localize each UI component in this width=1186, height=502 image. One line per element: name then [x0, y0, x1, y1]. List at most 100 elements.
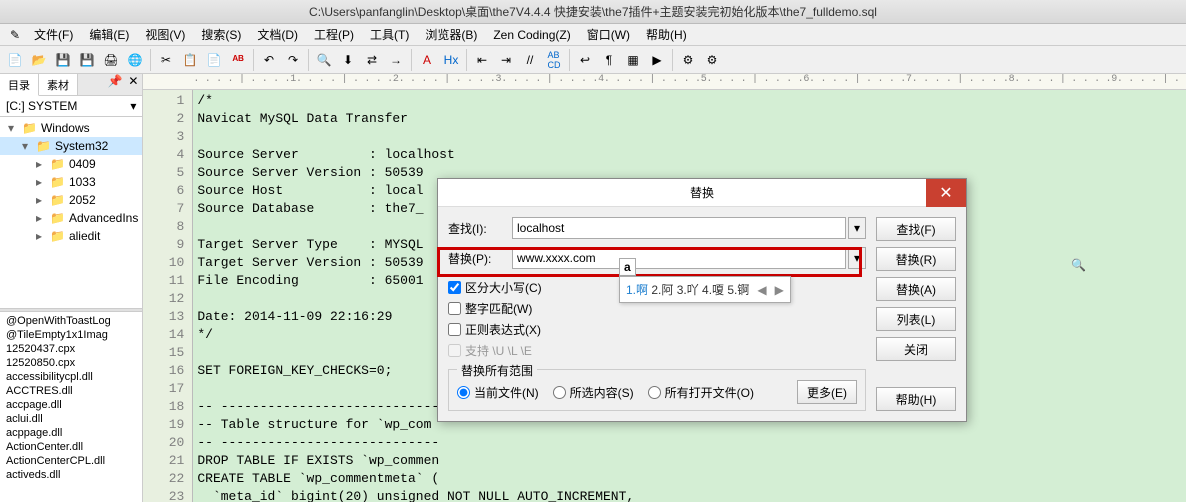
replace-history-dropdown[interactable]: ▾	[848, 247, 866, 269]
scope-current-radio[interactable]: 当前文件(N)	[457, 380, 539, 404]
browser-icon[interactable]: 🌐	[124, 49, 146, 71]
menu-文档[interactable]: 文档(D)	[249, 24, 306, 45]
menu-bar: ✎ 文件(F)编辑(E)视图(V)搜索(S)文档(D)工程(P)工具(T)浏览器…	[0, 24, 1186, 46]
find-icon[interactable]: 🔍	[313, 49, 335, 71]
comment-icon[interactable]: //	[519, 49, 541, 71]
find-next-icon[interactable]: ⬇	[337, 49, 359, 71]
copy-icon[interactable]: 📋	[179, 49, 201, 71]
para-icon[interactable]: ¶	[598, 49, 620, 71]
ime-composition: a	[619, 258, 636, 276]
dialog-title-bar[interactable]: 替换 ✕	[438, 179, 966, 207]
font-color-icon[interactable]: A	[416, 49, 438, 71]
menu-文件[interactable]: 文件(F)	[26, 24, 81, 45]
find-input[interactable]	[512, 217, 846, 239]
sidebar-tabs: 目录 素材 📌 ✕	[0, 74, 142, 96]
undo-icon[interactable]: ↶	[258, 49, 280, 71]
tree-item[interactable]: ▸📁aliedit	[0, 227, 142, 245]
find-button[interactable]: 查找(F)	[876, 217, 956, 241]
escape-checkbox: 支持 \U \L \E	[448, 340, 657, 361]
folder-tree[interactable]: ▾📁Windows▾📁System32▸📁0409▸📁1033▸📁2052▸📁A…	[0, 117, 142, 308]
close-icon[interactable]: ✕	[124, 74, 142, 95]
menu-帮助[interactable]: 帮助(H)	[638, 24, 695, 45]
new-file-icon[interactable]: 📄	[4, 49, 26, 71]
file-item[interactable]: ACCTRES.dll	[0, 384, 142, 398]
wrap-icon[interactable]: ↩	[574, 49, 596, 71]
close-button[interactable]: 关闭	[876, 337, 956, 361]
block-icon[interactable]: ABCD	[543, 49, 565, 71]
scope-allopen-radio[interactable]: 所有打开文件(O)	[648, 380, 754, 404]
tree-item[interactable]: ▸📁0409	[0, 155, 142, 173]
scope-title: 替换所有范围	[457, 362, 537, 379]
ime-candidate-bar[interactable]: 1.啊 2.阿 3.吖 4.嗄 5.锕 ◀ ▶	[619, 276, 791, 303]
window-title: C:\Users\panfanglin\Desktop\桌面\the7V4.4.…	[309, 3, 877, 20]
help-button[interactable]: 帮助(H)	[876, 387, 956, 411]
menu-搜索[interactable]: 搜索(S)	[193, 24, 249, 45]
ruler: . . . . | . . . .1. . . . | . . . .2. . …	[143, 74, 1186, 90]
file-item[interactable]: accessibilitycpl.dll	[0, 370, 142, 384]
file-item[interactable]: acppage.dll	[0, 426, 142, 440]
redo-icon[interactable]: ↷	[282, 49, 304, 71]
find-label: 查找(I):	[448, 220, 506, 237]
file-list[interactable]: @OpenWithToastLog@TileEmpty1x1Imag125204…	[0, 312, 142, 502]
tree-item[interactable]: ▾📁Windows	[0, 119, 142, 137]
sidebar: 目录 素材 📌 ✕ [C:] SYSTEM ▾ ▾📁Windows▾📁Syste…	[0, 74, 143, 502]
dialog-close-button[interactable]: ✕	[926, 179, 966, 207]
file-item[interactable]: @TileEmpty1x1Imag	[0, 328, 142, 342]
file-item[interactable]: 12520437.cpx	[0, 342, 142, 356]
tree-item[interactable]: ▾📁System32	[0, 137, 142, 155]
replace-label: 替换(P):	[448, 250, 506, 267]
replace-icon[interactable]: ⇄	[361, 49, 383, 71]
run-icon[interactable]: ▶	[646, 49, 668, 71]
ime-next-icon[interactable]: ▶	[775, 283, 784, 297]
menu-工具[interactable]: 工具(T)	[362, 24, 417, 45]
path-bar[interactable]: [C:] SYSTEM ▾	[0, 96, 142, 117]
search-icon[interactable]: 🔍	[1071, 258, 1086, 272]
file-item[interactable]: 12520850.cpx	[0, 356, 142, 370]
file-item[interactable]: aclui.dll	[0, 412, 142, 426]
menu-视图[interactable]: 视图(V)	[137, 24, 193, 45]
line-gutter: 1234567891011121314151617181920212223242…	[143, 90, 193, 502]
menu-工程[interactable]: 工程(P)	[306, 24, 362, 45]
file-item[interactable]: ActionCenter.dll	[0, 440, 142, 454]
pin-icon[interactable]: 📌	[106, 74, 124, 95]
open-icon[interactable]: 📂	[28, 49, 50, 71]
tool1-icon[interactable]: ⚙	[677, 49, 699, 71]
cut-icon[interactable]: ✂	[155, 49, 177, 71]
menu-编辑[interactable]: 编辑(E)	[81, 24, 137, 45]
find-history-dropdown[interactable]: ▾	[848, 217, 866, 239]
save-all-icon[interactable]: 💾	[76, 49, 98, 71]
app-icon[interactable]: ✎	[4, 24, 26, 46]
tab-directory[interactable]: 目录	[0, 74, 39, 96]
file-item[interactable]: accpage.dll	[0, 398, 142, 412]
ime-candidates[interactable]: 2.阿 3.吖 4.嗄 5.锕	[651, 283, 749, 297]
list-button[interactable]: 列表(L)	[876, 307, 956, 331]
regex-checkbox[interactable]: 正则表达式(X)	[448, 319, 657, 340]
tab-material[interactable]: 素材	[39, 74, 78, 95]
goto-icon[interactable]: →	[385, 49, 407, 71]
paste-icon[interactable]: 📄	[203, 49, 225, 71]
tool2-icon[interactable]: ⚙	[701, 49, 723, 71]
tree-item[interactable]: ▸📁1033	[0, 173, 142, 191]
menu-浏览器[interactable]: 浏览器(B)	[417, 24, 485, 45]
replace-input[interactable]	[512, 247, 846, 269]
menu-窗口[interactable]: 窗口(W)	[579, 24, 638, 45]
save-icon[interactable]: 💾	[52, 49, 74, 71]
scope-selection-radio[interactable]: 所选内容(S)	[553, 380, 634, 404]
file-item[interactable]: activeds.dll	[0, 468, 142, 482]
replace-button[interactable]: 替换(R)	[876, 247, 956, 271]
file-item[interactable]: ActionCenterCPL.dll	[0, 454, 142, 468]
file-item[interactable]: @OpenWithToastLog	[0, 314, 142, 328]
dialog-title: 替换	[690, 184, 714, 201]
indent-l-icon[interactable]: ⇤	[471, 49, 493, 71]
doc-icon[interactable]: ▦	[622, 49, 644, 71]
tree-item[interactable]: ▸📁2052	[0, 191, 142, 209]
tree-item[interactable]: ▸📁AdvancedIns	[0, 209, 142, 227]
spell-icon[interactable]: ᴬᴮ	[227, 49, 249, 71]
print-icon[interactable]: 🖨	[100, 49, 122, 71]
more-button[interactable]: 更多(E)	[797, 380, 857, 404]
menu-zen coding[interactable]: Zen Coding(Z)	[485, 26, 578, 44]
ime-prev-icon[interactable]: ◀	[757, 283, 766, 297]
hex-icon[interactable]: Hx	[440, 49, 462, 71]
indent-r-icon[interactable]: ⇥	[495, 49, 517, 71]
replace-all-button[interactable]: 替换(A)	[876, 277, 956, 301]
